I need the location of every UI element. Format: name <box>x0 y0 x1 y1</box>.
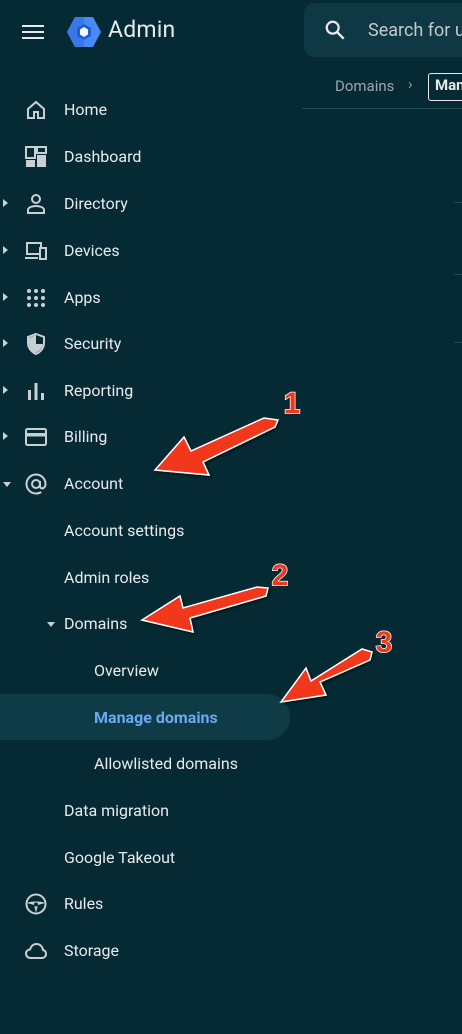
sidebar-item-manage-domains[interactable]: Manage domains <box>0 696 300 740</box>
sidebar-item-home[interactable]: Home <box>0 88 300 132</box>
breadcrumb: Domains › Manage domains <box>302 66 462 109</box>
sidebar-item-label: Rules <box>64 894 104 913</box>
sidebar-item-directory[interactable]: Directory <box>0 182 300 226</box>
sidebar-item-label: Storage <box>64 941 119 960</box>
credit-card-icon <box>25 428 47 446</box>
dashboard-icon <box>25 146 47 167</box>
sidebar-item-label: Devices <box>64 241 120 260</box>
admin-logo-icon <box>67 17 101 47</box>
expand-caret-icon[interactable] <box>3 293 8 301</box>
cloud-icon <box>24 942 48 959</box>
sidebar-item-label: Manage domains <box>94 708 218 727</box>
sidebar-item-label: Google Takeout <box>64 848 176 867</box>
bar-chart-icon <box>28 383 44 400</box>
sidebar-item-storage[interactable]: Storage <box>0 929 300 973</box>
sidebar-item-label: Home <box>64 100 108 119</box>
sidebar-item-label: Dashboard <box>64 147 142 166</box>
expand-caret-icon[interactable] <box>3 246 8 254</box>
sidebar-item-billing[interactable]: Billing <box>0 415 300 459</box>
sidebar-item-account-settings[interactable]: Account settings <box>0 509 300 553</box>
collapse-caret-icon[interactable] <box>3 482 11 487</box>
sidebar-item-label: Account settings <box>64 521 185 540</box>
devices-icon <box>25 242 47 260</box>
sidebar-item-admin-roles[interactable]: Admin roles <box>0 556 300 600</box>
sidebar-item-reporting[interactable]: Reporting <box>0 369 300 413</box>
expand-caret-icon[interactable] <box>3 199 8 207</box>
breadcrumb-separator: › <box>408 75 413 93</box>
sidebar-item-data-migration[interactable]: Data migration <box>0 789 300 833</box>
home-icon <box>27 100 45 119</box>
expand-caret-icon[interactable] <box>3 386 8 394</box>
sidebar-item-overview[interactable]: Overview <box>0 649 300 693</box>
breadcrumb-current: Manage domains <box>428 73 462 101</box>
shield-icon <box>27 332 45 356</box>
search-input[interactable]: Search for u <box>368 20 462 41</box>
hamburger-menu-icon[interactable] <box>18 18 48 46</box>
sidebar-item-label: Account <box>64 474 124 493</box>
app-title: Admin <box>108 16 176 43</box>
sidebar-item-security[interactable]: Security <box>0 322 300 366</box>
sidebar-item-label: Billing <box>64 427 108 446</box>
sidebar-item-label: Apps <box>64 288 101 307</box>
expand-caret-icon[interactable] <box>3 339 8 347</box>
top-bar: Admin Search for u <box>0 0 462 62</box>
sidebar-item-dashboard[interactable]: Dashboard <box>0 135 300 179</box>
sidebar-item-account[interactable]: Account <box>0 462 300 506</box>
expand-caret-icon[interactable] <box>3 432 8 440</box>
sidebar-item-allowlisted-domains[interactable]: Allowlisted domains <box>0 742 300 786</box>
sidebar-item-devices[interactable]: Devices <box>0 229 300 273</box>
sidebar-item-rules[interactable]: Rules <box>0 882 300 926</box>
apps-grid-icon <box>27 289 45 307</box>
sidebar-item-label: Allowlisted domains <box>94 754 238 773</box>
search-box[interactable]: Search for u <box>304 3 462 57</box>
sidebar-item-label: Reporting <box>64 381 134 400</box>
search-icon <box>325 20 345 40</box>
sidebar-item-label: Admin roles <box>64 568 150 587</box>
sidebar-item-label: Security <box>64 334 122 353</box>
content-edge <box>454 134 462 1034</box>
sidebar-item-apps[interactable]: Apps <box>0 276 300 320</box>
sidebar-item-label: Data migration <box>64 801 169 820</box>
collapse-caret-icon[interactable] <box>47 622 55 627</box>
person-icon <box>27 194 45 214</box>
sidebar-item-google-takeout[interactable]: Google Takeout <box>0 836 300 880</box>
annotation-number-3: 3 <box>376 626 393 659</box>
sidebar-item-label: Directory <box>64 194 128 213</box>
sidebar-item-domains[interactable]: Domains <box>0 602 300 646</box>
breadcrumb-domains-link[interactable]: Domains <box>335 77 394 95</box>
steering-wheel-icon <box>25 893 47 915</box>
at-sign-icon <box>25 473 47 495</box>
sidebar-item-label: Overview <box>94 661 159 680</box>
sidebar-item-label: Domains <box>64 614 128 633</box>
